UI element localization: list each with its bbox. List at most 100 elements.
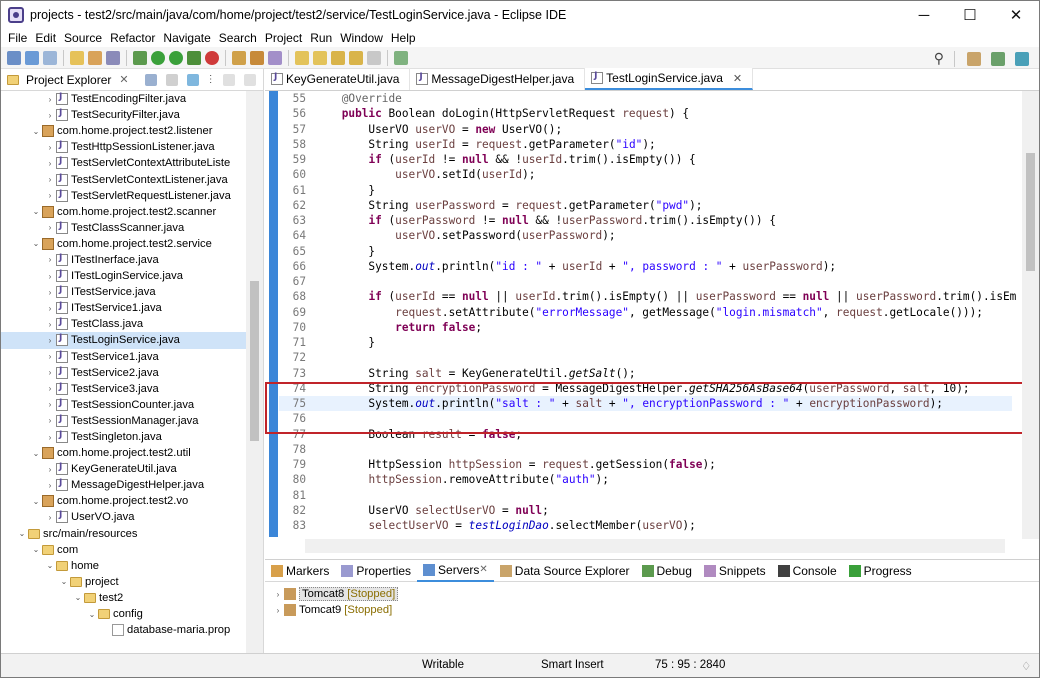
- tree-item[interactable]: › TestServletContextListener.java: [1, 171, 247, 187]
- code-line[interactable]: 63 if (userPassword != null && !userPass…: [279, 213, 1012, 228]
- show-whitespace-icon[interactable]: [106, 50, 120, 65]
- tab-data-source-explorer[interactable]: Data Source Explorer: [494, 560, 636, 582]
- collapsed-twisty-icon[interactable]: ›: [45, 191, 55, 200]
- tree-item[interactable]: ⌄ src/main/resources: [1, 526, 247, 542]
- tree-item[interactable]: › TestLoginService.java: [1, 332, 247, 349]
- close-view-icon[interactable]: ✕: [119, 73, 128, 86]
- tab-console[interactable]: Console: [772, 560, 843, 582]
- expanded-twisty-icon[interactable]: ⌄: [31, 545, 41, 554]
- menu-window[interactable]: Window: [336, 31, 387, 45]
- code-line[interactable]: 78: [279, 442, 1012, 457]
- code-line[interactable]: 69 request.setAttribute("errorMessage", …: [279, 305, 1012, 320]
- code-lines[interactable]: 55 @Override 56 public Boolean doLogin(Ht…: [279, 91, 1016, 539]
- back-icon[interactable]: [349, 50, 363, 65]
- collapsed-twisty-icon[interactable]: ›: [45, 111, 55, 120]
- minimize-view-icon[interactable]: [222, 73, 235, 86]
- tree-item[interactable]: › TestServletRequestListener.java: [1, 188, 247, 204]
- tree-item[interactable]: ⌄ home: [1, 558, 247, 574]
- collapsed-twisty-icon[interactable]: ›: [45, 400, 55, 409]
- menu-run[interactable]: Run: [306, 31, 336, 45]
- new-java-project-icon[interactable]: [232, 50, 246, 65]
- collapsed-twisty-icon[interactable]: ›: [45, 255, 55, 264]
- collapsed-twisty-icon[interactable]: ›: [45, 368, 55, 377]
- collapsed-twisty-icon[interactable]: ›: [45, 304, 55, 313]
- code-line[interactable]: 80 httpSession.removeAttribute("auth");: [279, 472, 1012, 487]
- editor-tab[interactable]: KeyGenerateUtil.java: [265, 68, 411, 90]
- code-line[interactable]: 61 }: [279, 183, 1012, 198]
- collapsed-twisty-icon[interactable]: ›: [45, 320, 55, 329]
- editor-tab[interactable]: TestLoginService.java ✕: [585, 68, 754, 90]
- tab-properties[interactable]: Properties: [335, 560, 417, 582]
- collapsed-twisty-icon[interactable]: ›: [45, 288, 55, 297]
- tree-item[interactable]: ⌄ project: [1, 574, 247, 590]
- tree-item[interactable]: ⌄ config: [1, 606, 247, 622]
- minimize-button[interactable]: ─: [901, 1, 947, 29]
- next-annotation-icon[interactable]: [295, 50, 309, 65]
- notification-icon[interactable]: ♢: [1021, 659, 1031, 673]
- tree-item[interactable]: › ITestLoginService.java: [1, 268, 247, 284]
- tree-item[interactable]: › TestClass.java: [1, 316, 247, 332]
- collapse-all-icon[interactable]: [144, 73, 157, 86]
- code-line[interactable]: 65 }: [279, 244, 1012, 259]
- code-line[interactable]: 62 String userPassword = request.getPara…: [279, 198, 1012, 213]
- collapsed-twisty-icon[interactable]: ›: [45, 513, 55, 522]
- filter-icon[interactable]: [186, 73, 199, 86]
- tree-item[interactable]: database-maria.prop: [1, 622, 247, 638]
- external-tools-icon[interactable]: [205, 50, 219, 65]
- tree-item[interactable]: ⌄ test2: [1, 590, 247, 606]
- maximize-view-icon[interactable]: [243, 73, 256, 86]
- tree-item[interactable]: › TestService3.java: [1, 381, 247, 397]
- collapsed-twisty-icon[interactable]: ›: [273, 606, 283, 615]
- code-line[interactable]: 64 userVO.setPassword(userPassword);: [279, 228, 1012, 243]
- tree-item[interactable]: › TestServletContextAttributeListe: [1, 155, 247, 171]
- new-icon[interactable]: [7, 50, 21, 65]
- menu-refactor[interactable]: Refactor: [106, 31, 159, 45]
- coverage-icon[interactable]: [187, 50, 201, 65]
- explorer-scrollbar[interactable]: [246, 91, 263, 653]
- collapsed-twisty-icon[interactable]: ›: [45, 175, 55, 184]
- tree-item[interactable]: ⌄ com.home.project.test2.service: [1, 236, 247, 252]
- server-item[interactable]: › Tomcat9 [Stopped]: [265, 602, 1039, 618]
- code-line[interactable]: 71 }: [279, 335, 1012, 350]
- search-icon[interactable]: ⚲: [934, 50, 944, 67]
- editor-vertical-scrollbar[interactable]: [1022, 91, 1039, 539]
- menu-project[interactable]: Project: [261, 31, 306, 45]
- run-icon[interactable]: [151, 50, 165, 65]
- collapsed-twisty-icon[interactable]: ›: [45, 336, 55, 345]
- code-line[interactable]: 59 if (userId != null && !userId.trim().…: [279, 152, 1012, 167]
- java-ee-perspective-icon[interactable]: [991, 51, 1005, 66]
- code-line[interactable]: 56 public Boolean doLogin(HttpServletReq…: [279, 106, 1012, 121]
- pin-editor-icon[interactable]: [394, 50, 408, 65]
- collapsed-twisty-icon[interactable]: ›: [45, 465, 55, 474]
- close-button[interactable]: ✕: [993, 1, 1039, 29]
- expanded-twisty-icon[interactable]: ⌄: [87, 610, 97, 619]
- tree-item[interactable]: › ITestService.java: [1, 284, 247, 300]
- tree-item[interactable]: › TestEncodingFilter.java: [1, 91, 247, 107]
- project-explorer-tab[interactable]: Project Explorer ✕ ⋮: [1, 69, 263, 91]
- new-class-icon[interactable]: [268, 50, 282, 65]
- tree-item[interactable]: ⌄ com.home.project.test2.vo: [1, 493, 247, 509]
- run-as-icon[interactable]: [169, 50, 183, 65]
- tree-item[interactable]: › TestService1.java: [1, 349, 247, 365]
- collapsed-twisty-icon[interactable]: ›: [45, 223, 55, 232]
- debug-perspective-icon[interactable]: [1015, 51, 1029, 66]
- last-edit-icon[interactable]: [331, 50, 345, 65]
- menu-edit[interactable]: Edit: [31, 31, 60, 45]
- collapsed-twisty-icon[interactable]: ›: [45, 384, 55, 393]
- new-package-icon[interactable]: [250, 50, 264, 65]
- maximize-button[interactable]: ☐: [947, 1, 993, 29]
- tree-item[interactable]: ⌄ com.home.project.test2.scanner: [1, 204, 247, 220]
- tree-item[interactable]: › TestService2.java: [1, 365, 247, 381]
- collapsed-twisty-icon[interactable]: ›: [45, 272, 55, 281]
- menu-file[interactable]: File: [4, 31, 31, 45]
- save-all-icon[interactable]: [43, 50, 57, 65]
- tree-item[interactable]: › TestSessionManager.java: [1, 413, 247, 429]
- open-perspective-icon[interactable]: [967, 51, 981, 66]
- expanded-twisty-icon[interactable]: ⌄: [31, 497, 41, 506]
- tree-item[interactable]: › TestSingleton.java: [1, 429, 247, 445]
- editor-horizontal-scrollbar[interactable]: [305, 539, 1005, 553]
- link-with-editor-icon[interactable]: [165, 73, 178, 86]
- tree-item[interactable]: › TestSessionCounter.java: [1, 397, 247, 413]
- collapsed-twisty-icon[interactable]: ›: [273, 590, 283, 599]
- collapsed-twisty-icon[interactable]: ›: [45, 143, 55, 152]
